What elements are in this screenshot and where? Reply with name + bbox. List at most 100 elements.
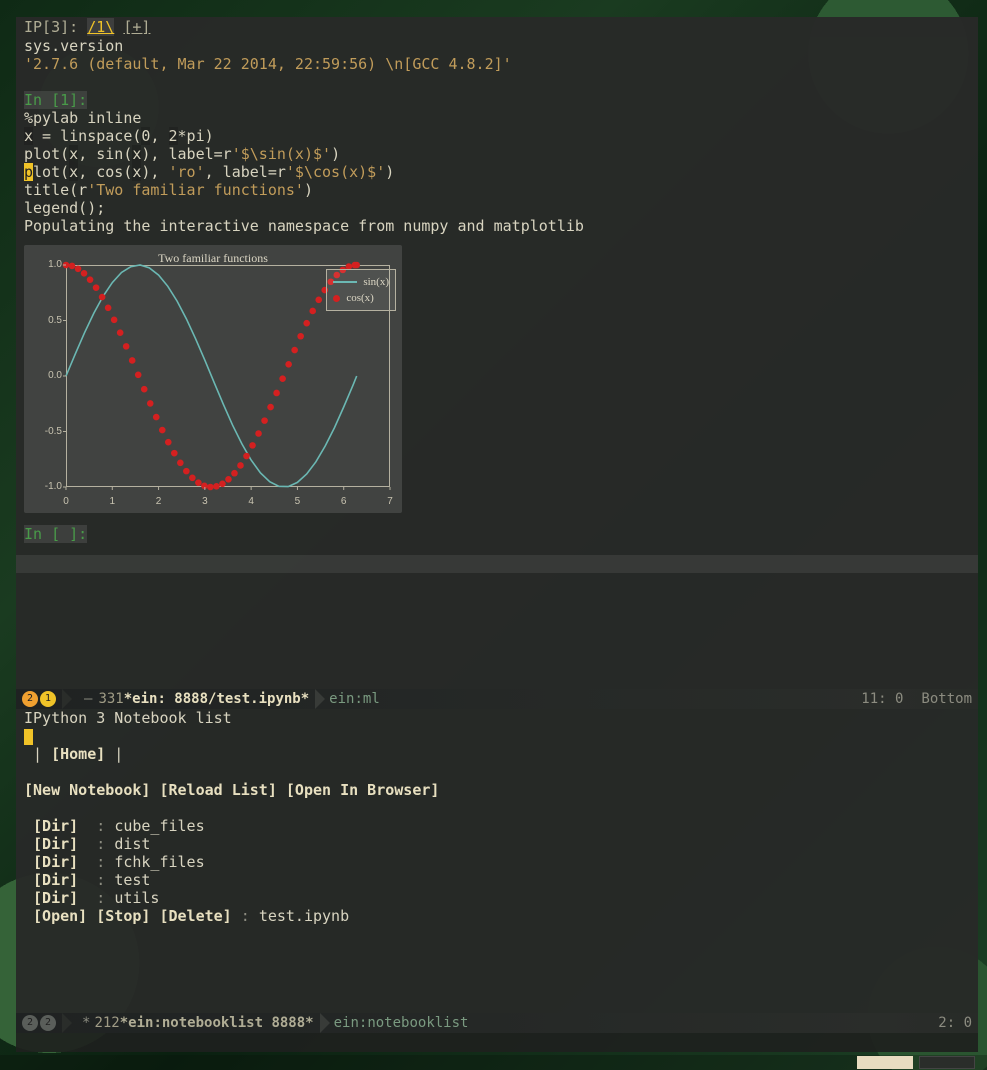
home-link[interactable]: [Home] — [51, 745, 105, 763]
code-text: lot( — [33, 163, 69, 181]
code-text: , — [150, 127, 168, 145]
code-text: ) — [304, 181, 313, 199]
xtick: 2 — [156, 493, 162, 511]
tabbar-label: IP[3]: — [24, 18, 78, 36]
code-line[interactable]: title(r'Two familiar functions') — [24, 181, 970, 199]
ytick: 0.5 — [24, 312, 62, 330]
code-text: ) — [385, 163, 394, 181]
separator-icon — [320, 1013, 330, 1033]
code-text: '$\cos(x)$' — [286, 163, 385, 181]
modeline-top: 2 1 — 331 *ein: 8888/test.ipynb* ein:ml … — [16, 689, 978, 709]
xtick: 5 — [295, 493, 301, 511]
xtick: 1 — [110, 493, 116, 511]
in-prompt-open: In [ — [24, 525, 60, 543]
status-circle-2: 1 — [40, 691, 56, 707]
output-line: sys.version — [24, 37, 970, 55]
dir-name: utils — [114, 889, 159, 907]
dir-name: cube_files — [114, 817, 204, 835]
tab-new[interactable]: [+] — [123, 18, 150, 36]
sep: : — [78, 853, 114, 871]
tab-active[interactable]: /1\ — [87, 18, 114, 36]
ytick: -1.0 — [24, 478, 62, 496]
chart-legend: sin(x) cos(x) — [326, 269, 396, 311]
open-browser-btn[interactable]: [Open In Browser] — [286, 781, 440, 799]
file-stop-btn[interactable]: [Stop] — [96, 907, 150, 925]
modeline-bottom: 2 2 * 212 *ein:notebooklist 8888* ein:no… — [16, 1013, 978, 1033]
dir-link[interactable]: [Dir] — [33, 835, 78, 853]
code-text: ) — [331, 145, 340, 163]
scroll-pos: Bottom — [921, 690, 972, 708]
list-item: [Dir] : cube_files — [24, 817, 970, 835]
dir-link[interactable]: [Dir] — [33, 871, 78, 889]
xtick: 0 — [63, 493, 69, 511]
sep: : — [232, 907, 259, 925]
chart: Two familiar functions -1.0-0.50.00.51.0… — [24, 245, 402, 513]
status-circle-1: 2 — [22, 1015, 38, 1031]
code-text: 'ro' — [169, 163, 205, 181]
file-delete-btn[interactable]: [Delete] — [159, 907, 231, 925]
major-mode: ein:notebooklist — [334, 1014, 469, 1032]
in-prompt-open: In [ — [24, 91, 60, 109]
taskbar-item[interactable] — [919, 1056, 975, 1069]
xtick: 7 — [387, 493, 393, 511]
code-text: *pi) — [178, 127, 214, 145]
status-circle-2: 2 — [40, 1015, 56, 1031]
dir-link[interactable]: [Dir] — [33, 817, 78, 835]
cursor-pos: 2: 0 — [938, 1014, 972, 1032]
dir-name: fchk_files — [114, 853, 204, 871]
buffer-name: *ein:notebooklist 8888* — [120, 1014, 314, 1032]
xtick: 3 — [202, 493, 208, 511]
status-circle-1: 2 — [22, 691, 38, 707]
list-item: [Dir] : test — [24, 871, 970, 889]
file-name: test.ipynb — [259, 907, 349, 925]
dir-name: dist — [114, 835, 150, 853]
cursor-pos: 11: 0 — [861, 690, 903, 708]
taskbar-item[interactable] — [857, 1056, 913, 1069]
cursor-inactive — [24, 729, 33, 745]
code-line[interactable]: x = linspace(0, 2*pi) — [24, 127, 970, 145]
dir-link[interactable]: [Dir] — [33, 889, 78, 907]
list-item: [Dir] : fchk_files — [24, 853, 970, 871]
code-line[interactable]: %pylab inline — [24, 109, 970, 127]
notebook-pane: IP[3]: /1\ [+] sys.version '2.7.6 (defau… — [16, 17, 978, 689]
code-text: title(r — [24, 181, 87, 199]
new-notebook-btn[interactable]: [New Notebook] — [24, 781, 150, 799]
buffer-name: *ein: 8888/test.ipynb* — [124, 690, 309, 708]
legend-dot-icon — [333, 295, 340, 302]
in-prompt-close: ]: — [69, 91, 87, 109]
code-text: '$\sin(x)$' — [232, 145, 331, 163]
taskbar — [0, 1055, 987, 1070]
xtick: 4 — [248, 493, 254, 511]
code-line[interactable]: legend(); — [24, 199, 970, 217]
in-prompt-num: 1 — [60, 91, 69, 109]
legend-line-icon — [333, 281, 357, 283]
tabbar: IP[3]: /1\ [+] — [16, 17, 978, 37]
code-text: , label=r — [205, 163, 286, 181]
cursor: p — [24, 163, 33, 181]
code-line[interactable]: plot(x, sin(x), label=r'$\sin(x)$') — [24, 145, 970, 163]
ytick: -0.5 — [24, 423, 62, 441]
dir-link[interactable]: [Dir] — [33, 853, 78, 871]
code-text: x — [24, 127, 33, 145]
ytick: 1.0 — [24, 256, 62, 274]
code-line[interactable]: plot(x, cos(x), 'ro', label=r'$\cos(x)$'… — [24, 163, 970, 181]
sep: : — [78, 889, 114, 907]
output-line: Populating the interactive namespace fro… — [24, 217, 970, 235]
code-text: ), label=r — [141, 145, 231, 163]
cell-prompt-empty: In [ ]: — [24, 525, 970, 543]
sep: : — [78, 835, 114, 853]
reload-list-btn[interactable]: [Reload List] — [159, 781, 276, 799]
code-text: , cos( — [78, 163, 132, 181]
major-mode: ein:ml — [329, 690, 380, 708]
separator-icon — [62, 1013, 72, 1033]
code-text: plot( — [24, 145, 69, 163]
file-open-btn[interactable]: [Open] — [33, 907, 87, 925]
notebooklist-pane: IPython 3 Notebook list | [Home] | [New … — [16, 709, 978, 1013]
empty-cell-input[interactable] — [16, 555, 978, 573]
code-text: 2 — [169, 127, 178, 145]
code-text: x — [69, 145, 78, 163]
modified-star: * — [82, 1014, 90, 1032]
dir-name: test — [114, 871, 150, 889]
modeline-dash: — — [84, 690, 92, 708]
list-item: [Dir] : dist — [24, 835, 970, 853]
